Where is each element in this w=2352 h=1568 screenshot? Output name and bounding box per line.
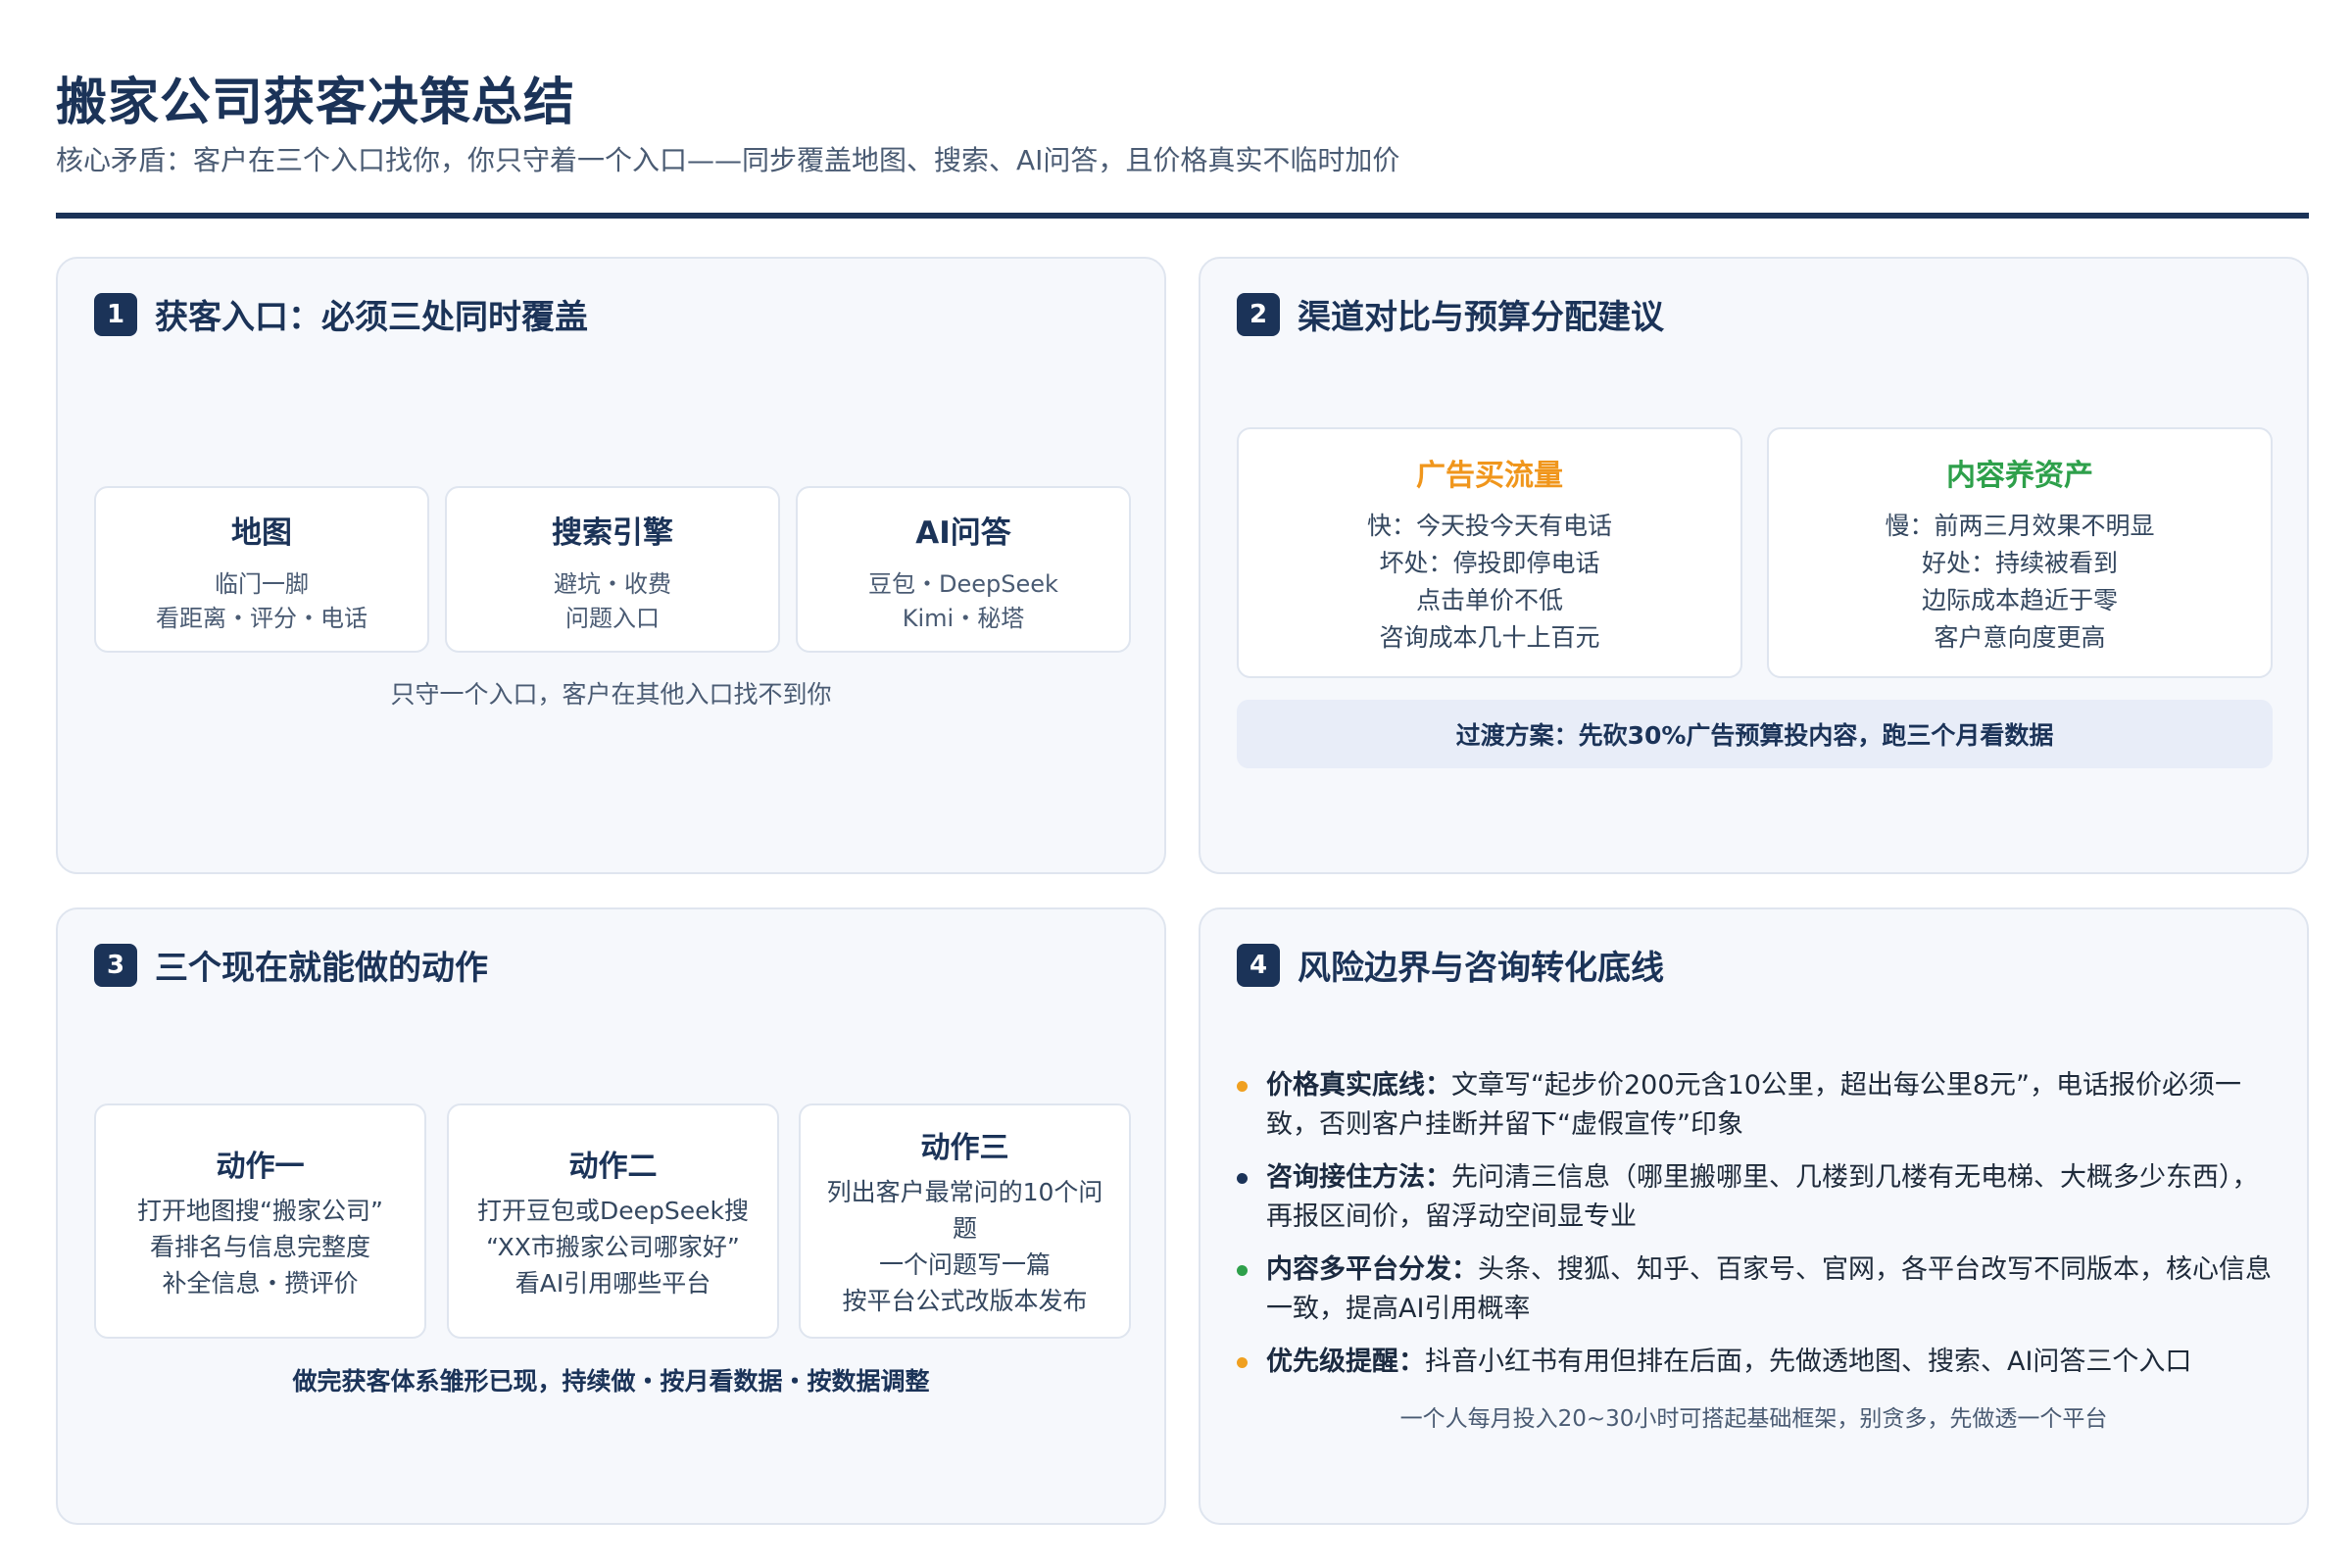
page-subtitle: 核心矛盾：客户在三个入口找你，你只守着一个入口——同步覆盖地图、搜索、AI问答，…: [56, 144, 1400, 176]
risk-bullet-list: 价格真实底线：文章写“起步价200元含10公里，超出每公里8元”，电话报价必须一…: [1237, 1066, 2276, 1396]
panel-header: 4 风险边界与咨询转化底线: [1237, 941, 1664, 989]
panel-number-badge: 3: [94, 943, 137, 987]
panel-number-badge: 1: [94, 292, 137, 336]
card-title: 动作二: [568, 1149, 658, 1184]
action-card-2: 动作二 打开豆包或DeepSeek搜 “XX市搬家公司哪家好” 看AI引用哪些平…: [447, 1103, 779, 1339]
panel-title: 渠道对比与预算分配建议: [1298, 298, 1664, 337]
card-line: 点击单价不低: [1415, 586, 1563, 614]
card-line: 一个问题写一篇: [878, 1250, 1051, 1279]
panel-number-badge: 4: [1237, 943, 1280, 987]
card-line: 看排名与信息完整度: [149, 1232, 370, 1261]
action-card-3: 动作三 列出客户最常问的10个问题 一个问题写一篇 按平台公式改版本发布: [799, 1103, 1131, 1339]
card-title: 动作一: [216, 1149, 305, 1184]
entry-card-ai: AI问答 豆包・DeepSeek Kimi・秘塔: [796, 486, 1131, 653]
card-line: 避坑・收费: [554, 570, 671, 598]
panel-actions: 3 三个现在就能做的动作 动作一 打开地图搜“搬家公司” 看排名与信息完整度 补…: [56, 907, 1166, 1525]
bullet-dot-icon: [1237, 1173, 1248, 1184]
card-title: 地图: [231, 515, 292, 551]
panel-title: 风险边界与咨询转化底线: [1298, 949, 1664, 988]
bullet-label: 咨询接住方法：: [1266, 1162, 1451, 1193]
action-card-1: 动作一 打开地图搜“搬家公司” 看排名与信息完整度 补全信息・攒评价: [94, 1103, 426, 1339]
card-title: 广告买流量: [1416, 459, 1563, 493]
card-line: 列出客户最常问的10个问题: [826, 1178, 1103, 1243]
panel-title: 获客入口：必须三处同时覆盖: [155, 298, 588, 337]
panel-note: 做完获客体系雏形已现，持续做・按月看数据・按数据调整: [292, 1367, 930, 1396]
card-line: 客户意向度更高: [1934, 623, 2106, 652]
bullet-label: 优先级提醒：: [1266, 1347, 1425, 1377]
card-line: 咨询成本几十上百元: [1379, 623, 1600, 652]
list-item: 内容多平台分发：头条、搜狐、知乎、百家号、官网，各平台改写不同版本，核心信息一致…: [1237, 1250, 2276, 1329]
panel-channel-comparison: 2 渠道对比与预算分配建议 广告买流量 快：今天投今天有电话 坏处：停投即停电话…: [1199, 257, 2309, 874]
channel-card-ads: 广告买流量 快：今天投今天有电话 坏处：停投即停电话 点击单价不低 咨询成本几十…: [1237, 427, 1742, 678]
card-title: 搜索引擎: [552, 515, 673, 551]
card-title: 动作三: [920, 1131, 1009, 1165]
channel-card-content: 内容养资产 慢：前两三月效果不明显 好处：持续被看到 边际成本趋近于零 客户意向…: [1767, 427, 2273, 678]
bullet-dot-icon: [1237, 1357, 1248, 1368]
card-line: 临门一脚: [215, 570, 309, 598]
bullet-dot-icon: [1237, 1265, 1248, 1276]
bullet-dot-icon: [1237, 1081, 1248, 1092]
list-item: 价格真实底线：文章写“起步价200元含10公里，超出每公里8元”，电话报价必须一…: [1237, 1066, 2276, 1145]
header-divider: [56, 213, 2309, 219]
card-line: 打开地图搜“搬家公司”: [137, 1196, 383, 1225]
panel-header: 2 渠道对比与预算分配建议: [1237, 290, 1664, 338]
list-item: 咨询接住方法：先问清三信息（哪里搬哪里、几楼到几楼有无电梯、大概多少东西），再报…: [1237, 1158, 2276, 1237]
page-title: 搬家公司获客决策总结: [56, 74, 576, 132]
card-line: 打开豆包或DeepSeek搜: [477, 1196, 749, 1225]
card-title: AI问答: [915, 515, 1011, 551]
card-line: 问题入口: [565, 605, 660, 632]
list-item: 优先级提醒：抖音小红书有用但排在后面，先做透地图、搜索、AI问答三个入口: [1237, 1343, 2276, 1382]
card-line: 慢：前两三月效果不明显: [1885, 512, 2155, 540]
entry-card-map: 地图 临门一脚 看距离・评分・电话: [94, 486, 429, 653]
card-line: 快：今天投今天有电话: [1366, 512, 1612, 540]
card-line: 豆包・DeepSeek: [868, 570, 1058, 598]
card-line: “XX市搬家公司哪家好”: [486, 1232, 740, 1261]
panel-risk-boundaries: 4 风险边界与咨询转化底线 价格真实底线：文章写“起步价200元含10公里，超出…: [1199, 907, 2309, 1525]
entry-card-search: 搜索引擎 避坑・收费 问题入口: [445, 486, 780, 653]
card-line: Kimi・秘塔: [902, 605, 1025, 632]
card-line: 补全信息・攒评价: [162, 1268, 359, 1298]
panel-note: 一个人每月投入20~30小时可搭起基础框架，别贪多，先做透一个平台: [1399, 1406, 2108, 1432]
card-line: 看AI引用哪些平台: [514, 1268, 711, 1298]
panel-title: 三个现在就能做的动作: [155, 949, 488, 988]
panel-number-badge: 2: [1237, 292, 1280, 336]
bullet-label: 内容多平台分发：: [1266, 1254, 1478, 1285]
bullet-label: 价格真实底线：: [1266, 1070, 1451, 1101]
card-line: 坏处：停投即停电话: [1379, 549, 1600, 577]
panel-acquisition-entries: 1 获客入口：必须三处同时覆盖 地图 临门一脚 看距离・评分・电话 搜索引擎 避…: [56, 257, 1166, 874]
panel-note: 只守一个入口，客户在其他入口找不到你: [390, 680, 832, 709]
card-line: 看距离・评分・电话: [156, 605, 368, 632]
card-line: 按平台公式改版本发布: [842, 1287, 1088, 1315]
bullet-text: 抖音小红书有用但排在后面，先做透地图、搜索、AI问答三个入口: [1425, 1347, 2192, 1377]
panel-header: 1 获客入口：必须三处同时覆盖: [94, 290, 588, 338]
panel-header: 3 三个现在就能做的动作: [94, 941, 488, 989]
card-line: 边际成本趋近于零: [1921, 586, 2118, 614]
card-line: 好处：持续被看到: [1921, 549, 2118, 577]
transition-plan-strip: 过渡方案：先砍30%广告预算投内容，跑三个月看数据: [1237, 700, 2273, 768]
card-title: 内容养资产: [1946, 459, 2093, 493]
